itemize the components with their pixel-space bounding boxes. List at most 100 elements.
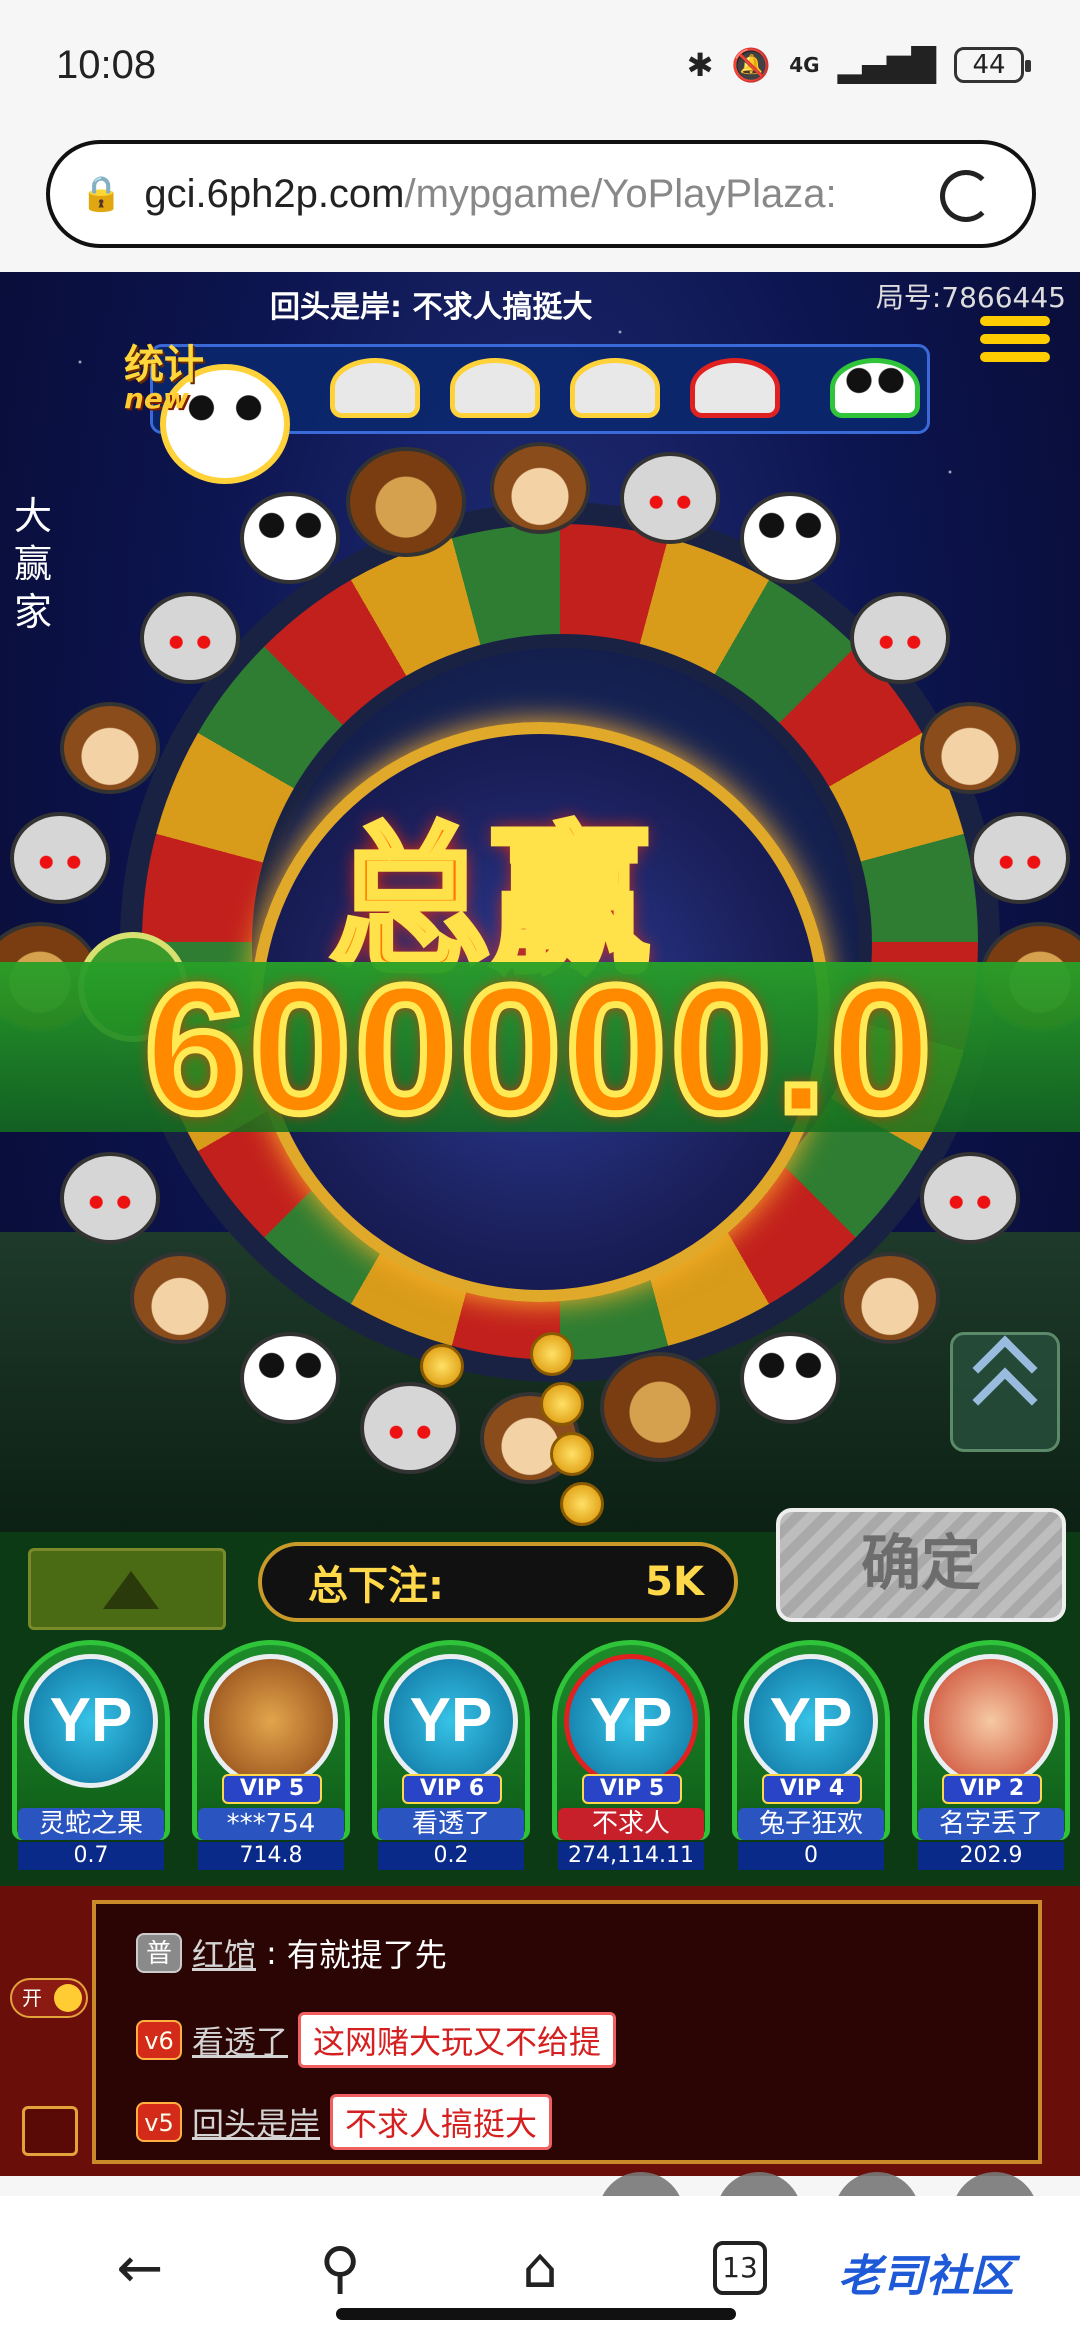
rabbit-icon	[140, 592, 240, 684]
chat-toggle-label: 开	[22, 1986, 42, 2010]
menu-icon[interactable]	[980, 316, 1050, 372]
history-rabbit-icon	[690, 358, 780, 418]
player-name: ***754	[198, 1808, 344, 1840]
lock-icon: 🔒	[80, 174, 123, 214]
confirm-button[interactable]: 确定	[776, 1508, 1066, 1622]
panda-icon	[240, 492, 340, 584]
player-score: 714.8	[198, 1842, 344, 1870]
monkey-icon	[130, 1252, 230, 1344]
monkey-icon	[920, 702, 1020, 794]
chat-input-icon[interactable]	[22, 2106, 78, 2156]
expand-button[interactable]	[28, 1548, 226, 1630]
vip-badge: VIP 4	[762, 1774, 862, 1804]
address-bar[interactable]: 🔒 gci.6ph2p.com/mypgame/YoPlayPlaza:	[46, 140, 1036, 248]
bluetooth-icon: ✱	[686, 46, 714, 84]
total-bet-display: 总下注: 5K	[258, 1542, 738, 1622]
player-avatar: YP	[564, 1654, 698, 1788]
watermark-logo: 老司社区	[838, 2251, 1014, 2302]
history-rabbit-icon	[330, 358, 420, 418]
vip-badge: VIP 6	[402, 1774, 502, 1804]
vip-badge: VIP 5	[582, 1774, 682, 1804]
chat-level-badge: v5	[136, 2102, 182, 2142]
lion-icon	[600, 1352, 720, 1462]
chat-username[interactable]: 红馆	[192, 1930, 256, 1976]
chat-username[interactable]: 看透了	[192, 2017, 288, 2063]
home-icon[interactable]: ⌂	[495, 2223, 585, 2313]
url-row: 🔒 gci.6ph2p.com/mypgame/YoPlayPlaza:	[0, 130, 1080, 272]
chat-text: 有就提了先	[286, 1936, 447, 1974]
chat-username[interactable]: 回头是岸	[192, 2099, 320, 2145]
vip-badge: VIP 2	[942, 1774, 1042, 1804]
player-list: YP 灵蛇之果 0.7 VIP 5 ***754 714.8 YP VIP 6 …	[0, 1640, 1080, 1880]
player-avatar: YP	[384, 1654, 518, 1788]
monkey-icon	[60, 702, 160, 794]
back-icon[interactable]: ←	[95, 2223, 185, 2313]
chat-messages: 普 红馆 : 有就提了先 v6 看透了 这网赌大玩又不给提 v5 回头是岸 不求…	[92, 1900, 1042, 2164]
signal-icon: ▂▄▆█	[837, 46, 936, 84]
rabbit-icon	[10, 812, 110, 904]
tabs-button[interactable]: 13	[695, 2223, 785, 2313]
player-seat[interactable]: VIP 2 名字丢了 202.9	[904, 1640, 1076, 1876]
chat-bubble: 不求人搞挺大	[330, 2094, 553, 2150]
player-seat[interactable]: YP VIP 4 兔子狂欢 0	[724, 1640, 896, 1876]
reload-icon[interactable]	[940, 170, 992, 222]
rabbit-icon	[920, 1152, 1020, 1244]
player-name: 兔子狂欢	[738, 1808, 884, 1840]
history-panda-icon	[830, 358, 920, 418]
rabbit-icon	[60, 1152, 160, 1244]
player-seat-self[interactable]: YP VIP 5 不求人 274,114.11	[544, 1640, 716, 1876]
url-path: /mypgame/YoPlayPlaza:	[404, 171, 837, 216]
rabbit-icon	[850, 592, 950, 684]
tab-count: 13	[713, 2241, 767, 2295]
player-avatar: YP	[744, 1654, 878, 1788]
player-name: 名字丢了	[918, 1808, 1064, 1840]
coin-icon	[540, 1382, 584, 1426]
total-bet-label: 总下注:	[308, 1563, 444, 1609]
status-icons: ✱ 🔕 4G ▂▄▆█ 44	[686, 46, 1031, 84]
player-seat[interactable]: VIP 5 ***754 714.8	[184, 1640, 356, 1876]
search-icon[interactable]: ⚲	[295, 2223, 385, 2313]
player-avatar	[204, 1654, 338, 1788]
chat-bubble: 这网赌大玩又不给提	[298, 2012, 617, 2068]
history-rabbit-icon	[570, 358, 660, 418]
monkey-icon	[840, 1252, 940, 1344]
top-broadcast: 回头是岸: 不求人搞挺大	[270, 290, 593, 325]
url-text[interactable]: gci.6ph2p.com/mypgame/YoPlayPlaza:	[144, 172, 924, 217]
coin-icon	[530, 1332, 574, 1376]
total-win-amount: 600000.0	[141, 944, 936, 1155]
coin-icon	[560, 1482, 604, 1526]
vip-badge: VIP 5	[222, 1774, 322, 1804]
chat-toggle[interactable]: 开	[10, 1978, 88, 2018]
player-name: 不求人	[558, 1808, 704, 1840]
player-score: 0.7	[18, 1842, 164, 1870]
player-avatar	[924, 1654, 1058, 1788]
panda-icon	[740, 1332, 840, 1424]
chat-message: v6 看透了 这网赌大玩又不给提	[136, 2012, 617, 2068]
chat-message: v5 回头是岸 不求人搞挺大	[136, 2094, 553, 2150]
coin-icon	[550, 1432, 594, 1476]
player-seat[interactable]: YP VIP 6 看透了 0.2	[364, 1640, 536, 1876]
player-score: 202.9	[918, 1842, 1064, 1870]
chat-level-badge: 普	[136, 1933, 182, 1973]
player-score: 0	[738, 1842, 884, 1870]
chat-level-badge: v6	[136, 2020, 182, 2060]
url-host: gci.6ph2p.com	[144, 171, 405, 216]
chat-panel: 开 普 红馆 : 有就提了先 v6 看透了 这网赌大玩又不给提 v5 回头是岸 …	[0, 1886, 1080, 2176]
scroll-up-icon[interactable]	[950, 1332, 1060, 1452]
chat-message: 普 红馆 : 有就提了先	[136, 1930, 447, 1976]
player-avatar: YP	[24, 1654, 158, 1788]
battery-icon: 44	[954, 47, 1031, 83]
lion-icon	[346, 447, 466, 557]
player-seat[interactable]: YP 灵蛇之果 0.7	[4, 1640, 176, 1876]
status-bar: 10:08 ✱ 🔕 4G ▂▄▆█ 44	[0, 0, 1080, 130]
rabbit-icon	[360, 1382, 460, 1474]
status-time: 10:08	[56, 42, 157, 87]
home-indicator[interactable]	[336, 2308, 736, 2320]
panda-icon	[240, 1332, 340, 1424]
coin-icon	[420, 1344, 464, 1388]
new-badge: new	[124, 382, 189, 415]
big-winner-tab[interactable]: 大赢家	[14, 492, 58, 636]
round-number: 局号:7866445	[875, 281, 1066, 314]
total-bet-value: 5K	[645, 1559, 704, 1605]
rabbit-icon	[620, 452, 720, 544]
